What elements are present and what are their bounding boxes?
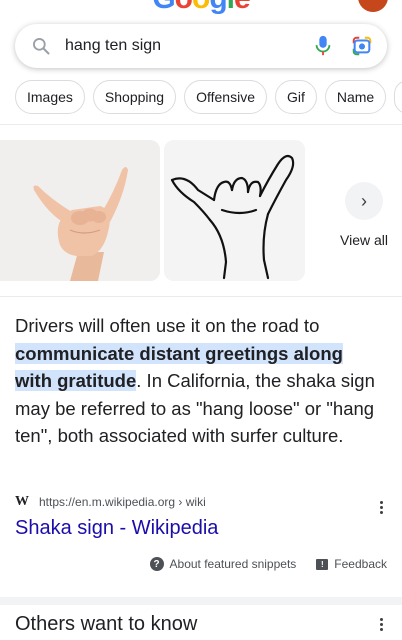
snippet-footer: ? About featured snippets ! Feedback bbox=[149, 557, 387, 571]
view-all-label[interactable]: View all bbox=[326, 232, 402, 248]
microphone-icon[interactable] bbox=[313, 35, 333, 57]
source-row[interactable]: W https://en.m.wikipedia.org › wiki bbox=[15, 494, 206, 510]
google-logo[interactable]: Google bbox=[0, 0, 402, 15]
source-url[interactable]: https://en.m.wikipedia.org › wiki bbox=[39, 495, 206, 509]
others-want-to-know-heading: Others want to know bbox=[15, 613, 198, 635]
image-result-photo[interactable] bbox=[0, 140, 160, 281]
help-circle-icon: ? bbox=[149, 557, 164, 571]
more-vert-icon[interactable] bbox=[380, 499, 384, 516]
image-carousel: › View all bbox=[0, 140, 402, 281]
search-input[interactable]: hang ten sign bbox=[65, 37, 313, 55]
search-bar[interactable]: hang ten sign bbox=[15, 24, 387, 68]
avatar[interactable] bbox=[358, 0, 388, 12]
divider bbox=[0, 296, 402, 297]
feedback-label: Feedback bbox=[334, 557, 387, 571]
chip-images[interactable]: Images bbox=[15, 80, 85, 114]
chip-name[interactable]: Name bbox=[324, 80, 387, 114]
filter-chips: Images Shopping Offensive Gif Name I bbox=[15, 80, 402, 114]
google-lens-icon[interactable] bbox=[351, 35, 373, 57]
view-all-images[interactable]: › View all bbox=[326, 182, 402, 248]
feedback-button[interactable]: ! Feedback bbox=[316, 557, 387, 571]
chip-offensive[interactable]: Offensive bbox=[184, 80, 267, 114]
section-separator bbox=[0, 597, 402, 605]
result-title-link[interactable]: Shaka sign - Wikipedia bbox=[15, 517, 218, 540]
about-snippets-label: About featured snippets bbox=[169, 557, 297, 571]
wikipedia-logo: W bbox=[15, 494, 29, 509]
about-snippets-link[interactable]: ? About featured snippets bbox=[149, 557, 297, 571]
search-icon bbox=[33, 38, 50, 55]
featured-snippet-text: Drivers will often use it on the road to… bbox=[15, 312, 383, 450]
divider bbox=[0, 124, 402, 125]
more-vert-icon[interactable] bbox=[380, 616, 384, 633]
chevron-right-icon[interactable]: › bbox=[345, 182, 383, 220]
chip-partial[interactable]: I bbox=[394, 80, 402, 114]
snippet-text-before: Drivers will often use it on the road to bbox=[15, 315, 320, 336]
feedback-icon: ! bbox=[316, 558, 329, 570]
image-result-drawing[interactable] bbox=[164, 140, 305, 281]
chip-gif[interactable]: Gif bbox=[274, 80, 317, 114]
chip-shopping[interactable]: Shopping bbox=[92, 80, 177, 114]
